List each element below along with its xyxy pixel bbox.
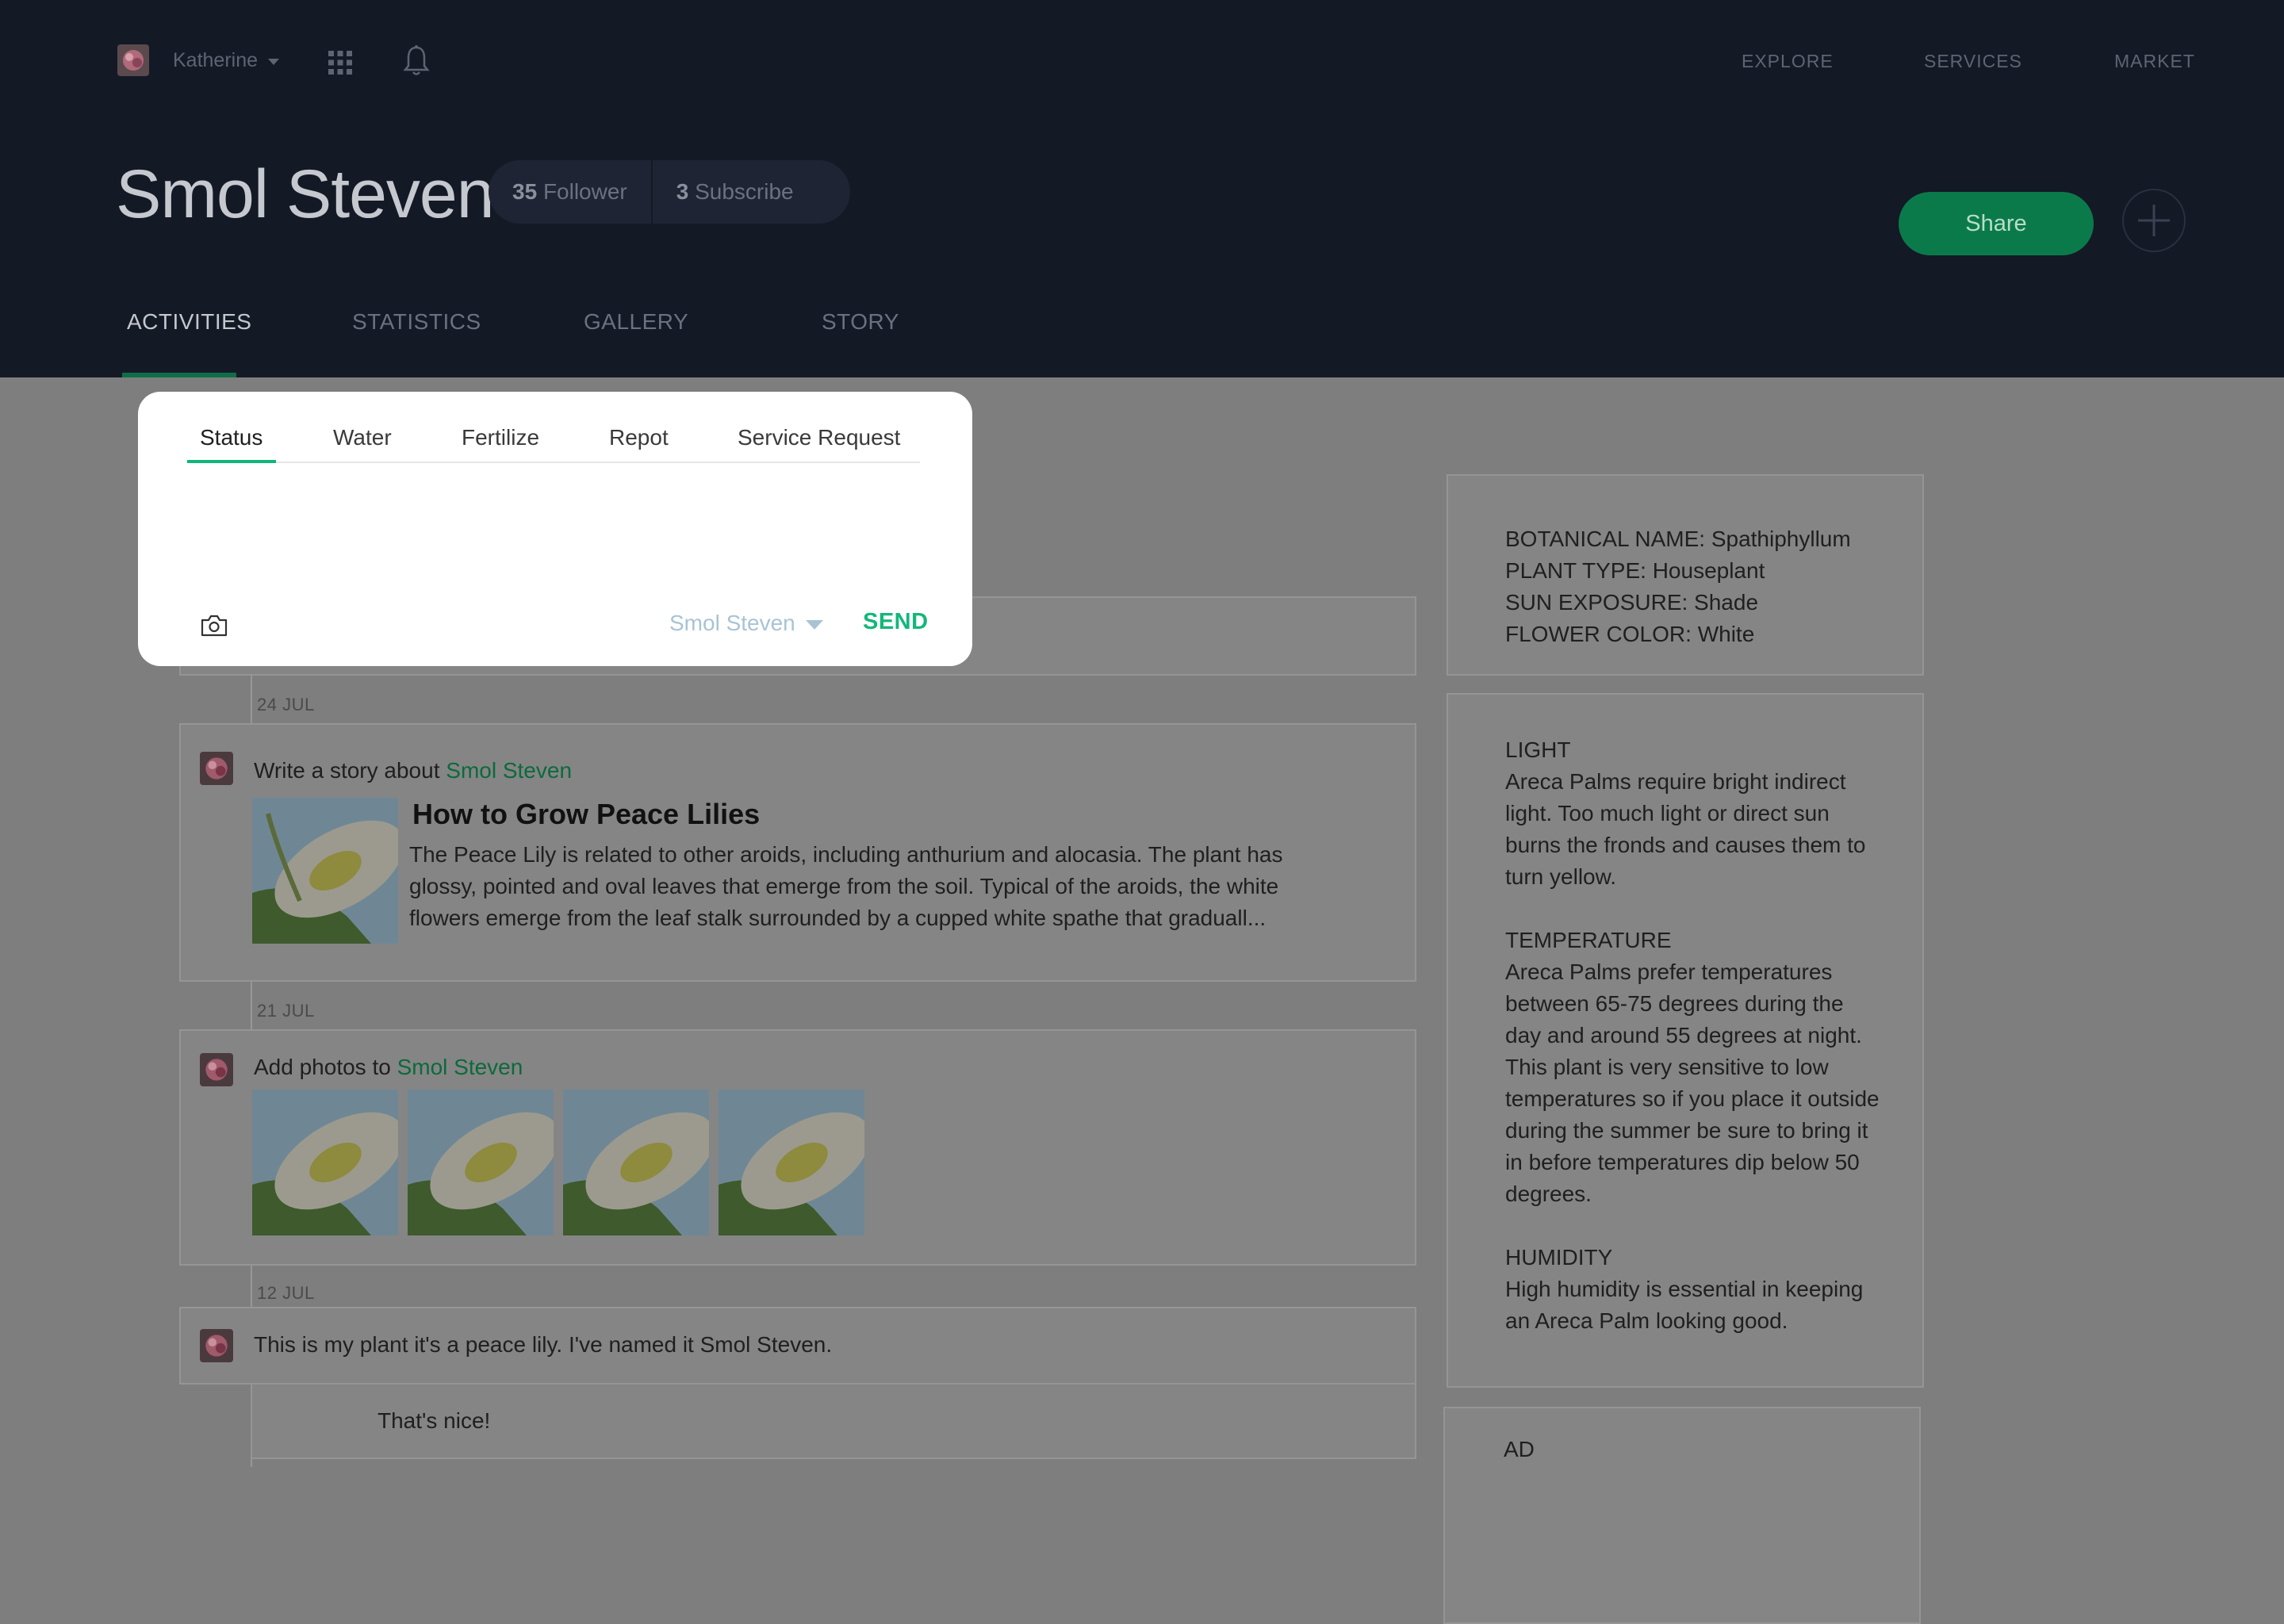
follower-stat[interactable]: 35 Follower xyxy=(489,179,651,205)
tab-statistics[interactable]: STATISTICS xyxy=(352,309,481,335)
camera-icon[interactable] xyxy=(200,614,228,638)
photo-thumbnail[interactable] xyxy=(719,1090,864,1235)
nav-services[interactable]: SERVICES xyxy=(1924,51,2022,72)
chevron-down-icon[interactable] xyxy=(806,620,823,630)
ad-label: AD xyxy=(1504,1437,1535,1461)
timeline-line xyxy=(251,982,252,1031)
tab-story[interactable]: STORY xyxy=(822,309,899,335)
composer-tab-status[interactable]: Status xyxy=(200,425,263,450)
nav-market[interactable]: MARKET xyxy=(2114,51,2195,72)
photo-thumbnail[interactable] xyxy=(408,1090,554,1235)
plant-link[interactable]: Smol Steven xyxy=(397,1055,523,1079)
subscribe-label: Subscribe xyxy=(695,179,794,204)
profile-header: Katherine EXPLORE SERVICES MARKET Smol S… xyxy=(0,0,2284,377)
tab-activities[interactable]: ACTIVITIES xyxy=(127,309,251,335)
post-text: This is my plant it's a peace lily. I've… xyxy=(254,1332,833,1357)
photo-thumbnail[interactable] xyxy=(252,1090,398,1235)
composer-tab-water[interactable]: Water xyxy=(333,425,392,450)
composer-tab-service-request[interactable]: Service Request xyxy=(738,425,900,450)
plant-facts-card: BOTANICAL NAME: Spathiphyllum PLANT TYPE… xyxy=(1447,474,1924,676)
composer-tab-repot[interactable]: Repot xyxy=(609,425,669,450)
plant-care-text: LIGHT Areca Palms require bright indirec… xyxy=(1505,737,1880,1333)
plant-care-card: LIGHT Areca Palms require bright indirec… xyxy=(1447,693,1924,1388)
timeline-line xyxy=(251,1266,252,1307)
date-label: 24 JUL xyxy=(257,695,315,714)
user-avatar[interactable] xyxy=(117,44,149,76)
photos-activity-text: Add photos to Smol Steven xyxy=(254,1055,523,1080)
ad-card: AD xyxy=(1443,1407,1921,1624)
bell-icon[interactable] xyxy=(403,44,430,78)
page-title: Smol Steven xyxy=(116,156,495,232)
follower-label: Follower xyxy=(542,179,627,204)
user-name[interactable]: Katherine xyxy=(173,49,258,72)
avatar xyxy=(200,1329,233,1362)
stats-pill: 35 Follower 3 Subscribe xyxy=(489,160,850,224)
story-activity-prefix: Write a story about xyxy=(254,758,446,783)
timeline-line xyxy=(251,676,252,723)
send-button[interactable]: SEND xyxy=(863,609,929,635)
date-label: 21 JUL xyxy=(257,1001,315,1021)
reply-text: That's nice! xyxy=(377,1408,491,1433)
composer-active-tab-indicator xyxy=(187,460,276,463)
photos-activity-prefix: Add photos to xyxy=(254,1055,397,1079)
avatar xyxy=(200,752,233,785)
share-button[interactable]: Share xyxy=(1899,192,2094,255)
active-tab-indicator xyxy=(122,373,236,377)
composer-tab-fertilize[interactable]: Fertilize xyxy=(462,425,539,450)
photo-thumbnail[interactable] xyxy=(563,1090,709,1235)
apps-grid-icon[interactable] xyxy=(327,49,354,76)
subscribe-stat[interactable]: 3 Subscribe xyxy=(653,179,818,205)
plus-icon xyxy=(2138,205,2170,236)
add-button[interactable] xyxy=(2122,189,2186,252)
story-title[interactable]: How to Grow Peace Lilies xyxy=(412,798,760,831)
plant-link[interactable]: Smol Steven xyxy=(446,758,572,783)
avatar xyxy=(200,1053,233,1086)
story-activity-text: Write a story about Smol Steven xyxy=(254,758,572,783)
subscribe-count: 3 xyxy=(676,179,689,204)
composer-tab-divider xyxy=(187,462,920,463)
user-menu-chevron-down-icon[interactable] xyxy=(268,59,279,65)
date-label: 12 JUL xyxy=(257,1283,315,1303)
activity-composer: Status Water Fertilize Repot Service Req… xyxy=(138,392,972,666)
author-select[interactable]: Smol Steven xyxy=(669,611,795,636)
tab-gallery[interactable]: GALLERY xyxy=(584,309,688,335)
follower-count: 35 xyxy=(512,179,538,204)
story-excerpt: The Peace Lily is related to other aroid… xyxy=(409,842,1283,930)
timeline-line xyxy=(251,1459,252,1467)
plant-facts-text: BOTANICAL NAME: Spathiphyllum PLANT TYPE… xyxy=(1505,527,1851,646)
story-thumbnail[interactable] xyxy=(252,798,398,944)
nav-explore[interactable]: EXPLORE xyxy=(1742,51,1834,72)
